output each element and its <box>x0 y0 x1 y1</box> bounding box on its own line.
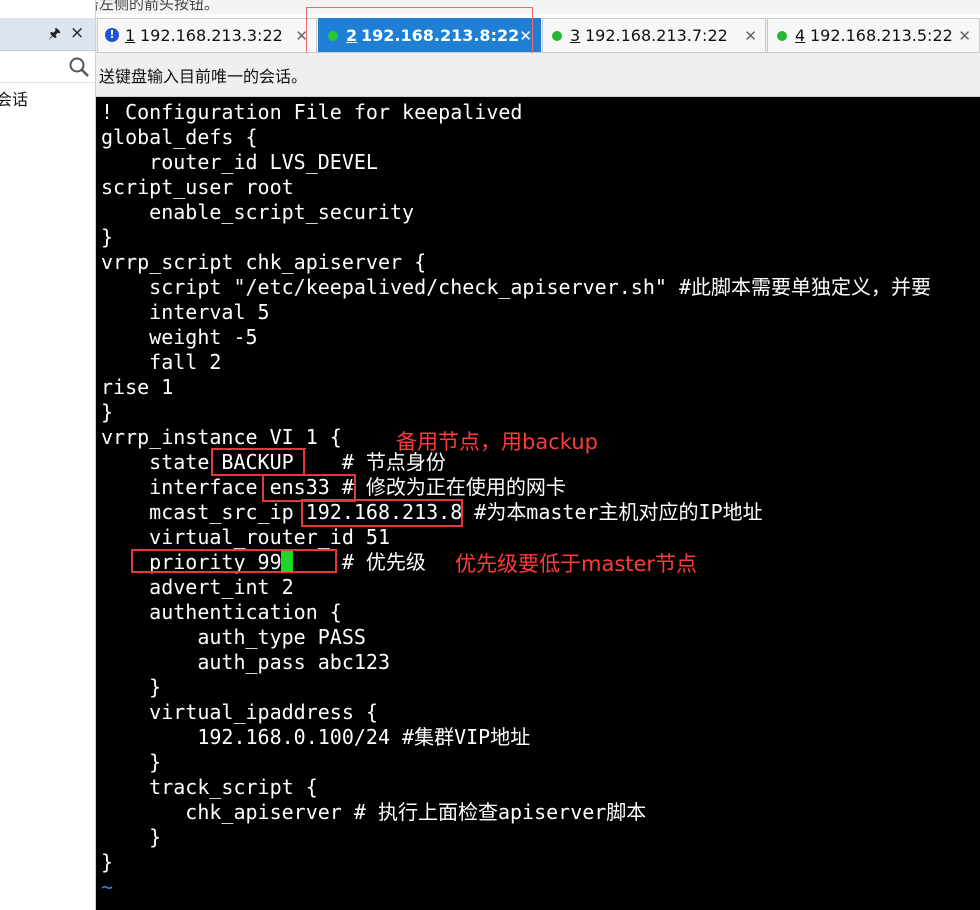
send-input-hint: 送键盘输入目前唯一的会话。 <box>99 67 308 86</box>
terminal-line: track_script { <box>101 775 318 799</box>
terminal-line: fall 2 <box>101 350 222 374</box>
terminal-line: auth_pass abc123 <box>101 650 390 674</box>
terminal-output[interactable]: ~} } chk_apiserver # 执行上面检查apiserver脚本 t… <box>96 97 980 910</box>
terminal-line: } <box>101 850 114 874</box>
tab-number: 3 <box>570 26 581 45</box>
terminal-line: weight -5 <box>101 325 258 349</box>
terminal-line: 192.168.0.100/24 #集群VIP地址 <box>101 725 531 749</box>
terminal-line: chk_apiserver # 执行上面检查apiserver脚本 <box>101 800 647 824</box>
terminal-line: script "/etc/keepalived/check_apiserver.… <box>101 275 932 299</box>
highlight-mcast-ip-box <box>301 499 463 527</box>
terminal-line: } <box>101 675 162 699</box>
terminal-line: } <box>101 225 114 249</box>
terminal-line: ! Configuration File for keepalived <box>101 100 523 124</box>
terminal-line: interval 5 <box>101 300 270 324</box>
highlight-priority-box <box>131 549 337 573</box>
terminal-line: enable_script_security <box>101 200 415 224</box>
terminal-line: vrrp_script chk_apiserver { <box>101 250 427 274</box>
highlight-backup-box <box>211 448 305 476</box>
terminal-line: } <box>101 825 162 849</box>
tab-close-icon[interactable]: ✕ <box>958 19 971 53</box>
tab-session-4[interactable]: 4 192.168.213.5:22 ✕ <box>767 18 980 52</box>
terminal-line: script_user root <box>101 175 294 199</box>
tab-close-icon[interactable]: ✕ <box>744 19 757 53</box>
connected-status-icon <box>777 31 787 41</box>
tab-label: 192.168.213.3:22 <box>140 26 283 45</box>
highlight-interface-box <box>262 474 356 502</box>
terminal-line: } <box>101 400 114 424</box>
terminal-line: authentication { <box>101 600 342 624</box>
tab-number: 1 <box>125 26 136 45</box>
session-list-item[interactable]: 会话 <box>0 86 28 110</box>
terminal-line: advert_int 2 <box>101 575 294 599</box>
pin-icon[interactable]: 🖈 <box>48 25 61 43</box>
search-icon[interactable] <box>68 56 90 78</box>
tab-label: 192.168.213.5:22 <box>810 26 953 45</box>
terminal-cursor <box>281 551 293 572</box>
terminal-line: vrrp_instance VI_1 { <box>101 425 342 449</box>
tab-session-3[interactable]: 3 192.168.213.7:22 ✕ <box>542 18 766 52</box>
annotation-priority: 优先级要低于master节点 <box>455 552 698 576</box>
terminal-line: } <box>101 750 162 774</box>
terminal-line: virtual_router_id 51 <box>101 525 390 549</box>
terminal-line: virtual_ipaddress { <box>101 700 378 724</box>
tab-number: 4 <box>795 26 806 45</box>
connected-status-icon <box>552 31 562 41</box>
terminal-line: global_defs { <box>101 125 258 149</box>
terminal-line: router_id LVS_DEVEL <box>101 150 378 174</box>
warning-icon: ! <box>105 28 119 42</box>
close-icon[interactable]: × <box>70 24 84 42</box>
session-panel: 会话 <box>0 0 96 910</box>
tab-label: 192.168.213.7:22 <box>585 26 728 45</box>
terminal-line: ~ <box>101 875 114 899</box>
terminal-line: auth_type PASS <box>101 625 366 649</box>
tab-session-1[interactable]: ! 1 192.168.213.3:22 ✕ <box>97 18 317 52</box>
terminal-line: rise 1 <box>101 375 174 399</box>
annotation-backup: 备用节点，用backup <box>396 430 598 454</box>
